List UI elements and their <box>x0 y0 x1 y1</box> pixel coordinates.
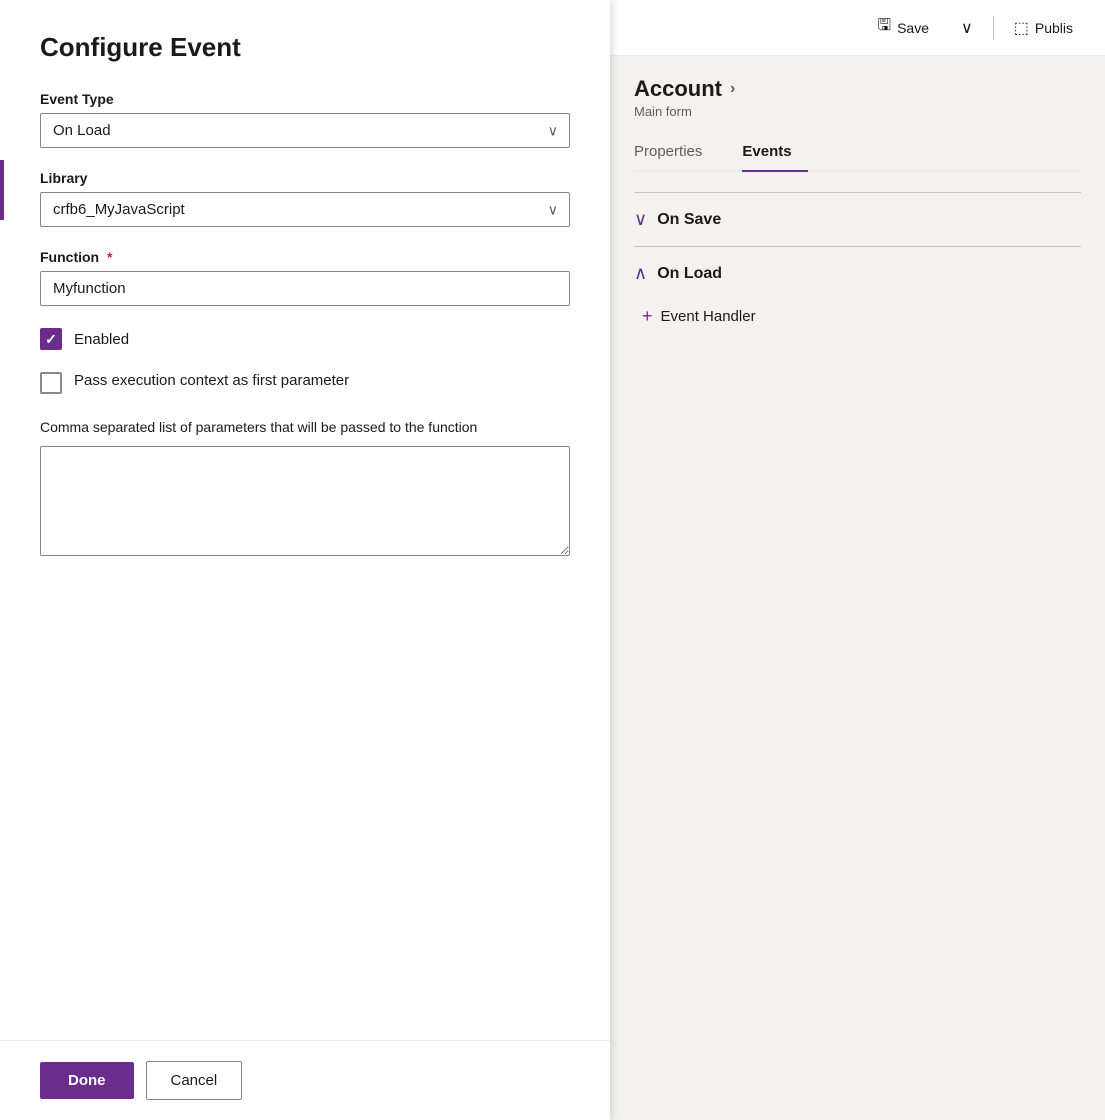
required-asterisk: * <box>107 249 112 265</box>
save-chevron-icon: ∨ <box>961 18 973 38</box>
on-save-collapse-icon: ∨ <box>634 209 647 230</box>
entity-title-row: Account › <box>634 76 1081 102</box>
function-input[interactable] <box>40 271 570 306</box>
params-group: Comma separated list of parameters that … <box>40 418 570 561</box>
checkmark-icon: ✓ <box>45 331 57 348</box>
library-select-wrapper: crfb6_MyJavaScript ∨ <box>40 192 570 227</box>
publish-icon: ⬚ <box>1014 18 1029 38</box>
tab-events[interactable]: Events <box>742 135 807 172</box>
entity-subtitle: Main form <box>634 104 1081 119</box>
add-handler-label: Event Handler <box>661 308 756 325</box>
on-save-title: On Save <box>657 211 721 229</box>
enabled-label: Enabled <box>74 331 129 348</box>
topbar-divider <box>993 16 994 40</box>
dialog-title: Configure Event <box>40 32 570 63</box>
topbar: 🖫 Save ∨ ⬚ Publis <box>610 0 1105 56</box>
publish-button[interactable]: ⬚ Publis <box>1002 12 1085 44</box>
right-content: Account › Main form Properties Events ∨ … <box>610 56 1105 1120</box>
on-save-section-header[interactable]: ∨ On Save <box>634 197 1081 242</box>
cancel-button[interactable]: Cancel <box>146 1061 243 1100</box>
add-handler-plus-icon: + <box>642 306 653 327</box>
event-type-select-wrapper: On Load ∨ <box>40 113 570 148</box>
on-load-expand-icon: ∧ <box>634 263 647 284</box>
done-button[interactable]: Done <box>40 1062 134 1099</box>
divider-top <box>634 192 1081 193</box>
save-dropdown-button[interactable]: ∨ <box>949 12 985 44</box>
dialog-footer: Done Cancel <box>0 1040 610 1120</box>
events-section: ∨ On Save ∧ On Load + Event Handler <box>634 192 1081 337</box>
pass-context-checkbox[interactable] <box>40 372 62 394</box>
enabled-checkbox[interactable]: ✓ <box>40 328 62 350</box>
entity-chevron-icon: › <box>730 80 735 98</box>
pass-context-label: Pass execution context as first paramete… <box>74 370 349 391</box>
event-type-label: Event Type <box>40 91 570 107</box>
params-label: Comma separated list of parameters that … <box>40 418 570 438</box>
entity-name: Account <box>634 76 722 102</box>
library-select[interactable]: crfb6_MyJavaScript <box>40 192 570 227</box>
event-type-select[interactable]: On Load <box>40 113 570 148</box>
configure-event-dialog: Configure Event Event Type On Load ∨ Lib… <box>0 0 610 1120</box>
on-load-section-header[interactable]: ∧ On Load <box>634 251 1081 296</box>
entity-header: Account › Main form <box>634 76 1081 119</box>
save-icon: 🖫 <box>877 14 891 41</box>
library-group: Library crfb6_MyJavaScript ∨ <box>40 170 570 227</box>
tab-properties[interactable]: Properties <box>634 135 718 172</box>
event-type-group: Event Type On Load ∨ <box>40 91 570 148</box>
pass-context-group: Pass execution context as first paramete… <box>40 370 570 394</box>
tabs-bar: Properties Events <box>634 135 1081 172</box>
save-button[interactable]: 🖫 Save <box>865 8 941 47</box>
function-group: Function * <box>40 249 570 306</box>
add-event-handler[interactable]: + Event Handler <box>634 296 1081 337</box>
divider-middle <box>634 246 1081 247</box>
right-panel: 🖫 Save ∨ ⬚ Publis Account › Main form Pr… <box>610 0 1105 1120</box>
dialog-content: Configure Event Event Type On Load ∨ Lib… <box>0 0 610 1040</box>
params-textarea[interactable] <box>40 446 570 556</box>
on-load-title: On Load <box>657 265 722 283</box>
library-label: Library <box>40 170 570 186</box>
function-label: Function * <box>40 249 570 265</box>
enabled-group: ✓ Enabled <box>40 328 570 350</box>
left-accent <box>0 160 4 220</box>
